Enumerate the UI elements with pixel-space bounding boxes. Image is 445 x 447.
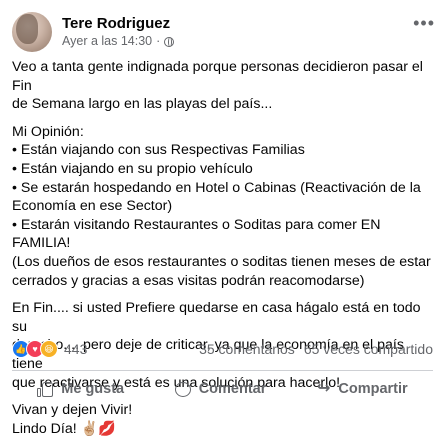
- reaction-count[interactable]: 443: [64, 341, 87, 357]
- paragraph-intro: Veo a tanta gente indignada porque perso…: [12, 58, 437, 114]
- comment-label: Comentar: [198, 381, 267, 397]
- share-count[interactable]: 65 veces compartido: [304, 341, 433, 357]
- like-button[interactable]: Me gusta: [25, 375, 136, 403]
- comment-icon: [174, 381, 191, 397]
- post-timestamp[interactable]: Ayer a las 14:30: [62, 33, 152, 50]
- post-header: Tere Rodriguez Ayer a las 14:30 ·: [12, 12, 175, 52]
- engagement-stats: 35 comentarios 65 veces compartido: [199, 341, 433, 357]
- reaction-icons[interactable]: 👍 ♥ 😆: [12, 340, 58, 358]
- more-options-icon[interactable]: •••: [413, 14, 435, 32]
- text-line: • Estarán visitando Restaurantes o Sodit…: [12, 216, 381, 252]
- post-meta: Tere Rodriguez Ayer a las 14:30 ·: [62, 14, 175, 50]
- text-line: • Están viajando en su propio vehículo: [12, 160, 253, 177]
- haha-icon: 😆: [40, 340, 58, 358]
- text-line: (Los dueños de esos restaurantes o sodit…: [12, 253, 431, 270]
- post-subline: Ayer a las 14:30 ·: [62, 33, 175, 50]
- action-bar: Me gusta Comentar ↪ Compartir: [12, 373, 433, 405]
- text-line: Economía en ese Sector): [12, 198, 173, 215]
- author-name[interactable]: Tere Rodriguez: [62, 14, 174, 33]
- avatar[interactable]: [12, 12, 52, 52]
- comment-count[interactable]: 35 comentarios: [199, 341, 295, 357]
- share-button[interactable]: ↪ Compartir: [305, 375, 420, 403]
- comment-button[interactable]: Comentar: [163, 375, 279, 403]
- share-label: Compartir: [338, 381, 408, 397]
- globe-icon: [164, 36, 175, 47]
- share-icon: ↪: [316, 380, 331, 397]
- text-line: • Se estarán hospedando en Hotel o Cabin…: [12, 179, 421, 196]
- thumbs-up-icon: [37, 381, 54, 397]
- paragraph-opinion: Mi Opinión: • Están viajando con sus Res…: [12, 123, 437, 290]
- separator-dot: ·: [156, 34, 161, 48]
- text-line: cerrados y gracias a esas visitas podrán…: [12, 272, 365, 289]
- text-line: Mi Opinión:: [12, 123, 84, 140]
- like-label: Me gusta: [61, 381, 125, 397]
- reactions-bar: 👍 ♥ 😆 443 35 comentarios 65 veces compar…: [12, 339, 433, 359]
- text-line: En Fin.... si usted Prefiere quedarse en…: [12, 300, 421, 335]
- text-line: Veo a tanta gente indignada porque perso…: [12, 59, 423, 94]
- text-line: • Están viajando con sus Respectivas Fam…: [12, 142, 305, 159]
- facebook-post: Tere Rodriguez Ayer a las 14:30 · ••• Ve…: [0, 0, 445, 437]
- text-line: de Semana largo en las playas del país..…: [12, 96, 273, 113]
- divider: [12, 370, 433, 371]
- text-line: Lindo Día! ✌🏼💋: [12, 420, 116, 437]
